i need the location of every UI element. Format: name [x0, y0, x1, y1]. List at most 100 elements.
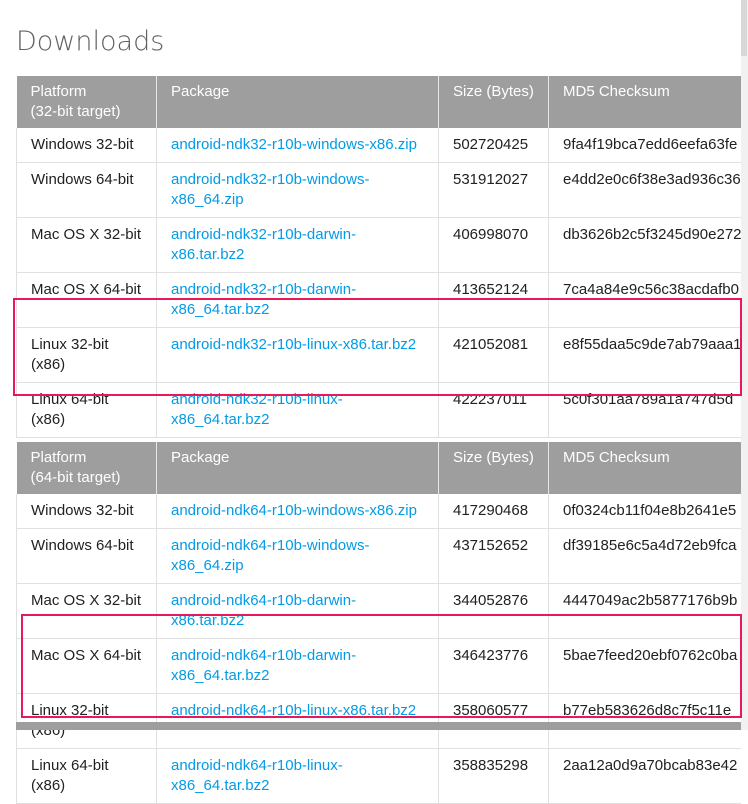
platform-name: Linux 64-bit	[31, 757, 109, 774]
platform-name: Linux 32-bit	[31, 336, 109, 353]
header-line: (64-bit target)	[30, 469, 121, 486]
package-cell: android-ndk32-r10b-darwin-x86.tar.bz2	[156, 217, 439, 273]
table-row: Linux 64-bit (x86) android-ndk32-r10b-linu…	[16, 382, 741, 438]
platform-cell-windows-64-bit: Windows 64-bit	[16, 162, 157, 218]
size-cell: 502720425	[438, 128, 549, 163]
md5-cell: 5c0f301aa789a1a747d5d	[548, 382, 741, 438]
package-header: Package	[156, 76, 439, 128]
platform-header-label: Platform (64-bit target)	[31, 449, 121, 486]
platform-cell-linux-32-bit-x86: Linux 32-bit (x86)	[16, 693, 157, 749]
size-cell: 421052081	[438, 327, 549, 383]
size-cell: 422237011	[438, 382, 549, 438]
md5-cell: 5bae7feed20ebf0762c0ba	[548, 638, 741, 694]
table-row: Mac OS X 32-bit android-ndk32-r10b-darwin…	[16, 217, 741, 273]
package-download-link[interactable]: android-ndk32-r10b-windows-x86.zip	[171, 136, 417, 153]
platform-header: Platform (64-bit target)	[16, 442, 157, 494]
package-download-link[interactable]: android-ndk32-r10b-linux-x86_64.tar.bz2	[171, 391, 343, 428]
size-cell: 344052876	[438, 583, 549, 639]
package-download-link[interactable]: android-ndk32-r10b-darwin-x86_64.tar.bz2	[171, 281, 356, 318]
table-header-row: Platform (32-bit target) Package Size (By…	[16, 76, 741, 128]
platform-cell-mac-os-x-32-bit: Mac OS X 32-bit	[16, 583, 157, 639]
package-cell: android-ndk64-r10b-linux-x86_64.tar.bz2	[156, 748, 439, 804]
package-download-link[interactable]: android-ndk32-r10b-linux-x86.tar.bz2	[171, 336, 416, 353]
platform-header: Platform (32-bit target)	[16, 76, 157, 128]
table-row: Mac OS X 64-bit android-ndk64-r10b-darwin…	[16, 638, 741, 694]
package-download-link[interactable]: android-ndk64-r10b-darwin-x86.tar.bz2	[171, 592, 356, 629]
md5-cell: 4447049ac2b5877176b9b	[548, 583, 741, 639]
platform-cell-windows-32-bit: Windows 32-bit	[16, 494, 157, 529]
package-download-link[interactable]: android-ndk32-r10b-darwin-x86.tar.bz2	[171, 226, 356, 263]
size-cell: 531912027	[438, 162, 549, 218]
platform-name: Linux 32-bit	[31, 702, 109, 719]
table-header-row: Platform (64-bit target) Package Size (By…	[16, 442, 741, 494]
md5-cell: e8f55daa5c9de7ab79aaa1	[548, 327, 741, 383]
page-title: Downloads	[16, 26, 165, 57]
package-download-link[interactable]: android-ndk64-r10b-linux-x86.tar.bz2	[171, 702, 416, 719]
platform-cell-mac-os-x-64-bit: Mac OS X 64-bit	[16, 638, 157, 694]
header-line: Platform	[30, 449, 87, 466]
table-row: Linux 32-bit (x86) android-ndk32-r10b-linu…	[16, 327, 741, 383]
md5-cell: 9fa4f19bca7edd6eefa63fe	[548, 128, 741, 163]
table-row: Mac OS X 32-bit android-ndk64-r10b-darwin…	[16, 583, 741, 639]
platform-cell-windows-64-bit: Windows 64-bit	[16, 528, 157, 584]
package-cell: android-ndk64-r10b-linux-x86.tar.bz2	[156, 693, 439, 749]
size-cell: 406998070	[438, 217, 549, 273]
next-table-header	[16, 722, 741, 730]
size-header: Size (Bytes)	[438, 442, 549, 494]
package-download-link[interactable]: android-ndk64-r10b-windows-x86.zip	[171, 502, 417, 519]
size-cell: 437152652	[438, 528, 549, 584]
size-cell: 413652124	[438, 272, 549, 328]
package-cell: android-ndk32-r10b-windows-x86_64.zip	[156, 162, 439, 218]
package-cell: android-ndk32-r10b-linux-x86_64.tar.bz2	[156, 382, 439, 438]
table-row: Windows 64-bit android-ndk64-r10b-windows…	[16, 528, 741, 584]
size-cell: 346423776	[438, 638, 549, 694]
size-header: Size (Bytes)	[438, 76, 549, 128]
platform-arch: (x86)	[31, 356, 66, 373]
table-row: Mac OS X 64-bit android-ndk32-r10b-darwin…	[16, 272, 741, 328]
size-cell: 358835298	[438, 748, 549, 804]
scrollbar-thumb[interactable]	[741, 0, 747, 56]
md5-header: MD5 Checksum	[548, 76, 741, 128]
package-cell: android-ndk64-r10b-windows-x86_64.zip	[156, 528, 439, 584]
package-cell: android-ndk32-r10b-darwin-x86_64.tar.bz2	[156, 272, 439, 328]
platform-cell-mac-os-x-64-bit: Mac OS X 64-bit	[16, 272, 157, 328]
md5-cell: db3626b2c5f3245d90e272	[548, 217, 741, 273]
package-cell: android-ndk64-r10b-windows-x86.zip	[156, 494, 439, 529]
platform-arch: (x86)	[31, 411, 66, 428]
package-cell: android-ndk32-r10b-windows-x86.zip	[156, 128, 439, 163]
md5-cell: 0f0324cb11f04e8b2641e5	[548, 494, 741, 529]
platform-name: Linux 64-bit	[31, 391, 109, 408]
size-cell: 417290468	[438, 494, 549, 529]
md5-cell: b77eb583626d8c7f5c11e	[548, 693, 741, 749]
size-cell: 358060577	[438, 693, 549, 749]
package-header: Package	[156, 442, 439, 494]
downloads-table: Platform (32-bit target) Package Size (By…	[16, 76, 741, 804]
md5-cell: 2aa12a0d9a70bcab83e42	[548, 748, 741, 804]
md5-cell: e4dd2e0c6f38e3ad936c36	[548, 162, 741, 218]
package-cell: android-ndk64-r10b-darwin-x86_64.tar.bz2	[156, 638, 439, 694]
package-download-link[interactable]: android-ndk64-r10b-darwin-x86_64.tar.bz2	[171, 647, 356, 684]
header-line: Platform	[30, 83, 87, 100]
scrollbar-track[interactable]	[741, 0, 748, 730]
platform-cell-linux-32-bit-x86: Linux 32-bit (x86)	[16, 327, 157, 383]
platform-cell-windows-32-bit: Windows 32-bit	[16, 128, 157, 163]
md5-cell: df39185e6c5a4d72eb9fca	[548, 528, 741, 584]
table-row: Windows 64-bit android-ndk32-r10b-windows…	[16, 162, 741, 218]
table-row: Windows 32-bit android-ndk64-r10b-windows…	[16, 494, 741, 529]
package-download-link[interactable]: android-ndk32-r10b-windows-x86_64.zip	[171, 171, 369, 208]
table-row: Linux 32-bit (x86) android-ndk64-r10b-linu…	[16, 693, 741, 749]
package-download-link[interactable]: android-ndk64-r10b-linux-x86_64.tar.bz2	[171, 757, 343, 794]
header-line: (32-bit target)	[30, 103, 121, 120]
md5-header: MD5 Checksum	[548, 442, 741, 494]
md5-cell: 7ca4a84e9c56c38acdafb0	[548, 272, 741, 328]
package-cell: android-ndk64-r10b-darwin-x86.tar.bz2	[156, 583, 439, 639]
table-row: Linux 64-bit (x86) android-ndk64-r10b-linu…	[16, 748, 741, 804]
platform-cell-mac-os-x-32-bit: Mac OS X 32-bit	[16, 217, 157, 273]
platform-cell-linux-64-bit-x86: Linux 64-bit (x86)	[16, 748, 157, 804]
package-cell: android-ndk32-r10b-linux-x86.tar.bz2	[156, 327, 439, 383]
package-download-link[interactable]: android-ndk64-r10b-windows-x86_64.zip	[171, 537, 369, 574]
platform-arch: (x86)	[31, 777, 66, 794]
table-row: Windows 32-bit android-ndk32-r10b-windows…	[16, 128, 741, 163]
platform-cell-linux-64-bit-x86: Linux 64-bit (x86)	[16, 382, 157, 438]
platform-header-label: Platform (32-bit target)	[31, 83, 121, 120]
